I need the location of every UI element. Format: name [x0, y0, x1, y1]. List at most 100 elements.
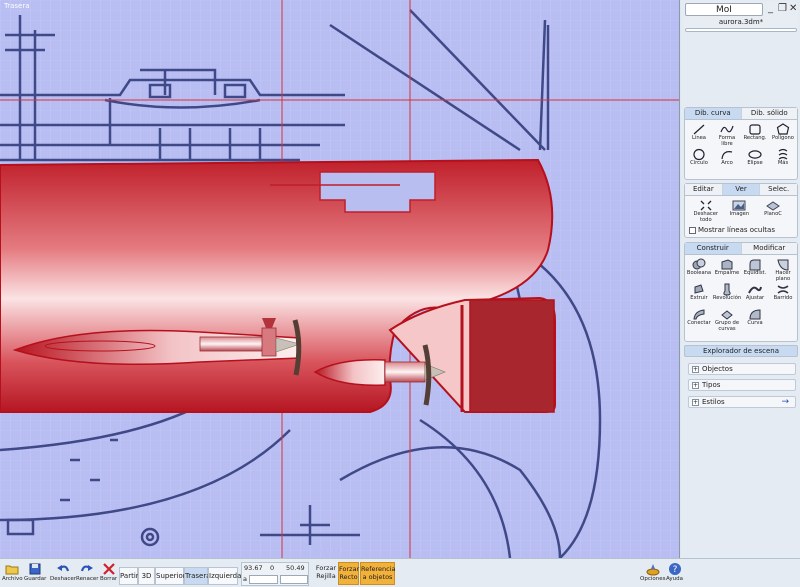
tool-curve[interactable]: Curva [741, 307, 769, 332]
grid-snap-toggle[interactable]: Forzar Rejilla [315, 562, 337, 585]
tool-label: Imagen [729, 211, 750, 217]
delete-button[interactable]: Borrar [100, 562, 117, 582]
button-label: Ayuda [666, 576, 683, 582]
tool-offset[interactable]: Equidist. [741, 257, 769, 282]
tool-label: Polígono [772, 135, 794, 141]
help-button[interactable]: ? Ayuda [666, 562, 683, 582]
button-label: Borrar [100, 576, 118, 582]
app-name-button[interactable]: MoI [685, 3, 763, 16]
straight-snap-toggle[interactable]: Forzar Recto [338, 562, 359, 585]
tool-label: Arco [721, 160, 733, 166]
options-icon [646, 564, 660, 576]
undo-icon [57, 565, 70, 572]
tool-more[interactable]: Más [769, 147, 797, 172]
viewport-back[interactable]: Trasera · · · · · · [0, 0, 680, 558]
tool-label: Ajustar [745, 295, 765, 301]
coord-x: 93.67 [244, 564, 263, 572]
view-3d-button[interactable]: 3D [138, 567, 155, 585]
tool-revolve[interactable]: Revolución [713, 282, 741, 307]
coord-z: 50.49 [286, 564, 305, 572]
save-icon [29, 563, 41, 575]
tool-image[interactable]: Imagen [723, 198, 757, 223]
tool-extrude[interactable]: Extruir [685, 282, 713, 307]
expand-icon[interactable]: + [692, 398, 699, 406]
tool-network[interactable]: Conectar [685, 307, 713, 332]
tool-sweep[interactable]: Ajustar [741, 282, 769, 307]
tab-construct[interactable]: Construir [685, 243, 742, 254]
explorer-types[interactable]: + Tipos [688, 379, 796, 391]
build-palette: Construir Modificar Booleana Empalme Equ… [684, 242, 798, 342]
minimize-icon[interactable]: _ [768, 3, 773, 15]
rudder[interactable] [469, 299, 555, 413]
delete-icon [102, 563, 115, 575]
expand-icon[interactable]: + [692, 381, 699, 389]
tool-label: Deshacer todo [693, 211, 719, 223]
tool-label: Más [777, 160, 789, 166]
tool-planar[interactable]: Hacer plano [769, 257, 797, 282]
coord-row2-prefix: a [243, 575, 247, 583]
tool-loft[interactable]: Barrido [769, 282, 797, 307]
draw-palette: Dib. curva Dib. sólido Línea Forma libre… [684, 107, 798, 180]
redo-button[interactable]: Renacer [76, 562, 98, 582]
scene-explorer-header[interactable]: Explorador de escena [684, 345, 798, 357]
tool-fillet[interactable]: Empalme [713, 257, 741, 282]
undo-button[interactable]: Deshacer [50, 562, 76, 582]
tab-draw-curve[interactable]: Dib. curva [685, 108, 742, 119]
coord-input-1[interactable] [249, 575, 278, 584]
arrow-right-icon[interactable]: → [781, 397, 789, 407]
viewport-label[interactable]: Trasera [4, 2, 30, 10]
expand-icon[interactable]: + [692, 365, 699, 373]
tool-label: Conectar [687, 320, 711, 326]
tool-boolean[interactable]: Booleana [685, 257, 713, 282]
close-icon[interactable]: ✕ [789, 3, 797, 15]
tool-curve-group[interactable]: Grupo de curvas [713, 307, 741, 332]
tab-edit[interactable]: Editar [685, 184, 723, 195]
svg-text:· · · · · ·: · · · · · · [315, 547, 339, 555]
button-label: Opciones [640, 576, 666, 582]
tab-draw-solid[interactable]: Dib. sólido [741, 108, 797, 119]
hidden-lines-checkbox[interactable]: Mostrar líneas ocultas [689, 226, 775, 234]
object-snap-toggle[interactable]: Referencia a objetos [360, 562, 396, 585]
coordinates-panel: 93.67 0 50.49 a [241, 562, 309, 586]
explorer-styles[interactable]: + Estilos → [688, 396, 796, 408]
tab-view[interactable]: Ver [722, 184, 761, 195]
file-button[interactable]: Archivo [2, 562, 23, 582]
view-left-button[interactable]: Izquierda [208, 567, 241, 585]
save-button[interactable]: Guardar [24, 562, 46, 582]
redo-icon [81, 565, 94, 572]
model-canvas[interactable]: · · · · · · [0, 0, 680, 558]
tool-label: Empalme [714, 270, 740, 276]
bottom-toolbar: Archivo Guardar Deshacer Renacer Borrar … [0, 558, 800, 587]
coord-input-2[interactable] [280, 575, 308, 584]
view-back-button[interactable]: Trasera [184, 567, 211, 585]
tool-circle[interactable]: Círculo [685, 147, 713, 172]
tool-freeform[interactable]: Forma libre [713, 122, 741, 147]
button-label: Guardar [24, 576, 47, 582]
tool-line[interactable]: Línea [685, 122, 713, 147]
folder-icon [5, 565, 19, 575]
tab-select[interactable]: Selec. [760, 184, 798, 195]
explorer-item-label: Objectos [702, 365, 733, 373]
tool-label: Rectang. [743, 135, 767, 141]
button-label: Archivo [2, 576, 23, 582]
explorer-objects[interactable]: + Objectos [688, 363, 796, 375]
tool-arc[interactable]: Arco [713, 147, 741, 172]
options-button[interactable]: Opciones [640, 562, 665, 582]
tool-cplane[interactable]: PlanoC [756, 198, 790, 223]
tab-modify[interactable]: Modificar [741, 243, 797, 254]
explorer-item-label: Estilos [702, 398, 725, 406]
view-split-button[interactable]: Partir [119, 567, 139, 585]
checkbox[interactable] [689, 226, 696, 234]
tool-rectangle[interactable]: Rectang. [741, 122, 769, 147]
tool-polygon[interactable]: Polígono [769, 122, 797, 147]
restore-icon[interactable]: ❐ [778, 3, 787, 15]
tool-label: Hacer plano [775, 270, 791, 282]
propeller-shaft-1[interactable] [199, 336, 271, 352]
side-panel: MoI _ ❐ ✕ aurora.3dm* Dib. curva Dib. só… [681, 0, 800, 558]
tool-label: Equidist. [743, 270, 767, 276]
tool-ellipse[interactable]: Elipse [741, 147, 769, 172]
help-icon: ? [668, 563, 681, 575]
view-top-button[interactable]: Superior [155, 567, 186, 585]
title-box: MoI _ ❐ ✕ aurora.3dm* [684, 2, 798, 32]
tool-reset-view[interactable]: Deshacer todo [689, 198, 723, 223]
